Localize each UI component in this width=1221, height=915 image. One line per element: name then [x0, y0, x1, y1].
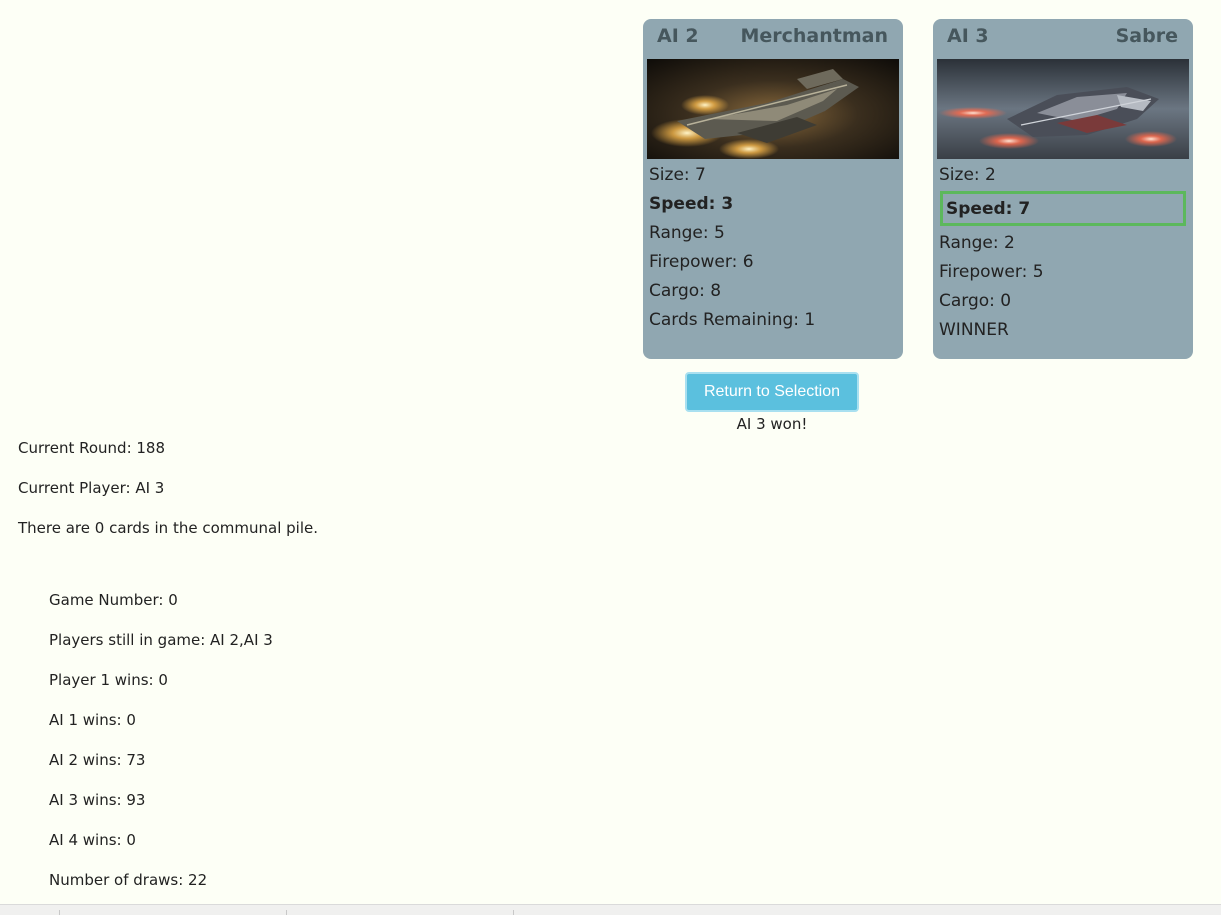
ai4-wins: AI 4 wins: 0 [49, 831, 136, 849]
number-of-draws: Number of draws: 22 [49, 871, 208, 889]
stat-speed: Speed: 3 [649, 194, 734, 214]
card-header: AI 3 Sabre [947, 23, 1178, 49]
game-page: AI 2 Merchantman Size: 7 Speed: 3 Range:… [0, 0, 1221, 915]
players-in-game: Players still in game: AI 2,AI 3 [49, 631, 273, 649]
stat-speed-highlighted: Speed: 7 [940, 191, 1186, 226]
card-ai2: AI 2 Merchantman Size: 7 Speed: 3 Range:… [643, 19, 903, 359]
ai2-wins: AI 2 wins: 73 [49, 751, 146, 769]
sabre-ship-image [937, 59, 1189, 159]
card-owner: AI 2 [657, 25, 699, 47]
bottom-bar [0, 904, 1221, 915]
bottom-bar-divider [513, 910, 514, 915]
return-to-selection-button[interactable]: Return to Selection [685, 372, 859, 412]
game-number: Game Number: 0 [49, 591, 178, 609]
merchantman-ship-image [647, 59, 899, 159]
card-ship-name: Merchantman [740, 25, 888, 47]
stat-cargo: Cargo: 8 [649, 281, 722, 301]
stat-speed: Speed: 7 [946, 198, 1031, 219]
ai1-wins: AI 1 wins: 0 [49, 711, 136, 729]
current-player: Current Player: AI 3 [18, 479, 165, 497]
communal-pile: There are 0 cards in the communal pile. [18, 519, 318, 537]
stat-range: Range: 2 [939, 233, 1015, 253]
cards-remaining: Cards Remaining: 1 [649, 310, 816, 330]
card-ai3: AI 3 Sabre Size: 2 Speed: 7 Range: 2 Fir… [933, 19, 1193, 359]
winner-label: WINNER [939, 320, 1009, 340]
card-ship-name: Sabre [1115, 25, 1178, 47]
card-owner: AI 3 [947, 25, 989, 47]
stat-firepower: Firepower: 6 [649, 252, 754, 272]
player1-wins: Player 1 wins: 0 [49, 671, 168, 689]
stat-cargo: Cargo: 0 [939, 291, 1012, 311]
current-round: Current Round: 188 [18, 439, 166, 457]
card-header: AI 2 Merchantman [657, 23, 888, 49]
bottom-bar-divider [59, 910, 60, 915]
stat-size: Size: 7 [649, 165, 706, 185]
stat-range: Range: 5 [649, 223, 725, 243]
stat-size: Size: 2 [939, 165, 996, 185]
stat-firepower: Firepower: 5 [939, 262, 1044, 282]
result-message: AI 3 won! [736, 415, 808, 433]
bottom-bar-divider [286, 910, 287, 915]
ai3-wins: AI 3 wins: 93 [49, 791, 146, 809]
